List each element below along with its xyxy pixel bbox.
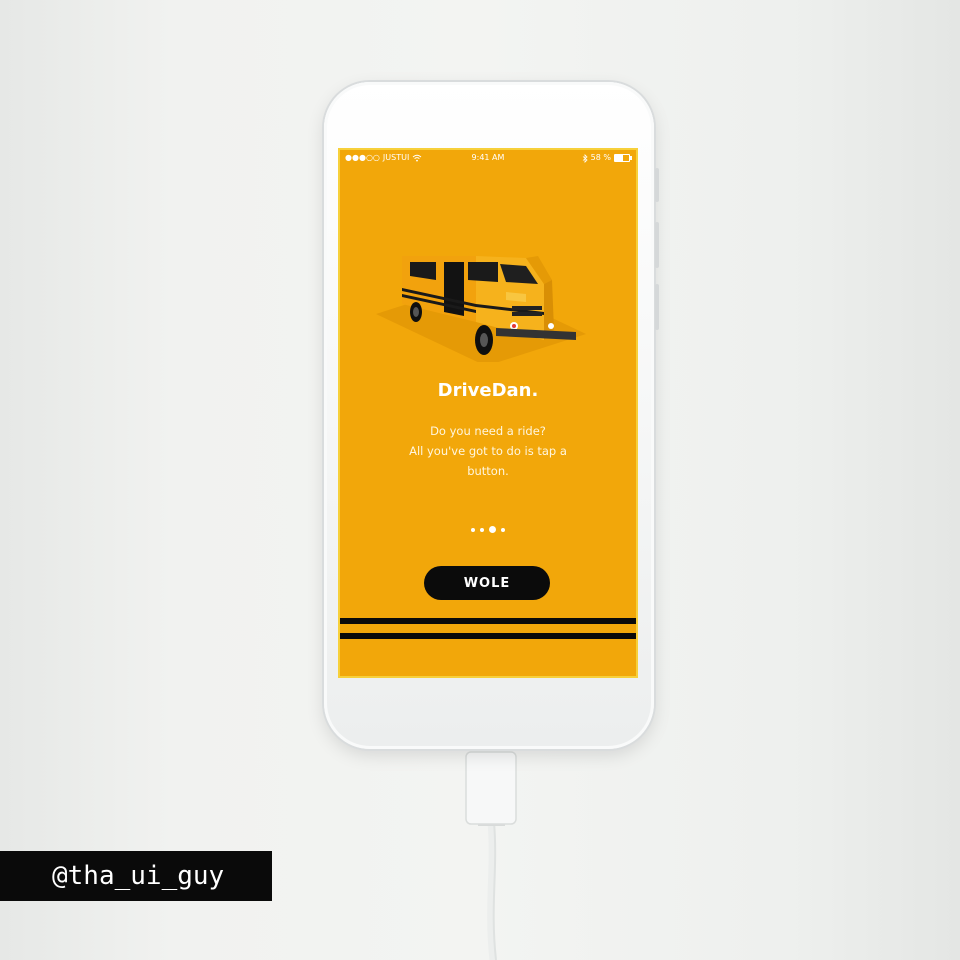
battery-icon	[614, 154, 632, 162]
power-button	[655, 284, 659, 330]
app-screen: ●●●○○ JUSTUI 9:41 AM 58 % DriveDan. Do y…	[340, 150, 636, 676]
onboarding-description: Do you need a ride? All you've got to do…	[380, 421, 596, 481]
wole-button[interactable]: WOLE	[424, 566, 550, 600]
description-line: button.	[467, 464, 509, 478]
page-dot[interactable]	[471, 527, 475, 532]
page-dot[interactable]	[480, 527, 484, 532]
battery-percent: 58 %	[590, 153, 611, 162]
description-line: All you've got to do is tap a	[409, 444, 567, 458]
status-bar: ●●●○○ JUSTUI 9:41 AM 58 %	[340, 150, 636, 166]
app-title: DriveDan.	[437, 380, 539, 401]
description-line: Do you need a ride?	[430, 424, 546, 438]
volume-up-button	[655, 168, 659, 202]
volume-down-button	[655, 222, 659, 268]
stripe-bottom	[340, 633, 636, 639]
van-icon	[376, 256, 586, 362]
page-indicator	[340, 526, 636, 533]
phone-device: ●●●○○ JUSTUI 9:41 AM 58 % DriveDan. Do y…	[324, 82, 659, 749]
stripe-top	[340, 618, 636, 624]
page-dot-active[interactable]	[489, 526, 496, 533]
page-dot[interactable]	[501, 527, 505, 532]
bluetooth-icon	[582, 153, 588, 163]
watermark-handle: @tha_ui_guy	[0, 851, 272, 901]
photo-scene: ●●●○○ JUSTUI 9:41 AM 58 % DriveDan. Do y…	[0, 0, 960, 960]
